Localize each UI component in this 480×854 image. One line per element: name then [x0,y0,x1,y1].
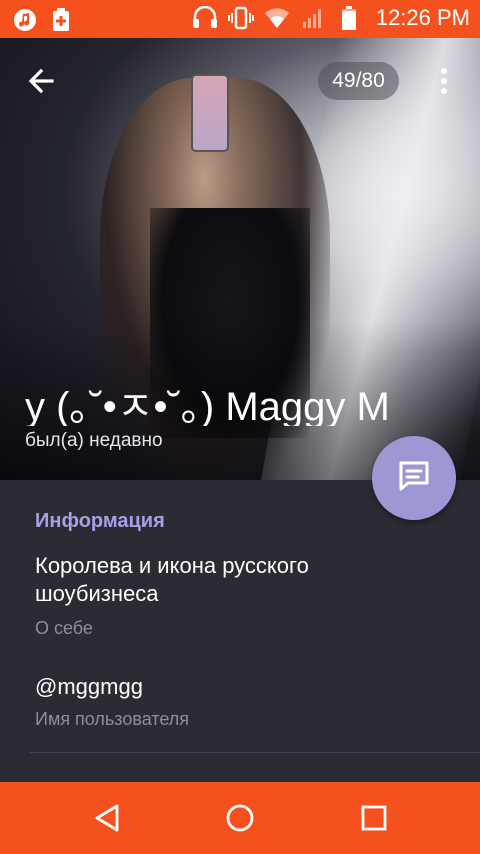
wifi-icon [264,5,290,31]
more-options-icon[interactable] [430,64,458,98]
signal-icon [300,5,326,31]
message-icon [396,458,432,499]
section-title: Информация [35,510,165,532]
battery-charging-icon [48,7,74,33]
photo-counter: 49/80 [318,62,399,100]
divider [30,752,480,753]
battery-icon [336,5,362,31]
clock: 12:26 PM [375,5,470,30]
home-circle-icon[interactable] [224,802,256,834]
profile-photo[interactable]: 49/80 y (｡˘•ㅈ•˘｡) Maggy M был(а) недавно [0,38,480,480]
back-arrow-icon[interactable] [24,64,58,98]
about-label: О себе [35,618,93,638]
headset-icon [192,5,218,31]
status-bar: 12:26 PM [0,0,480,38]
recents-square-icon[interactable] [358,802,390,834]
username-value[interactable]: @mggmgg [35,674,143,700]
about-value[interactable]: Королева и икона русского шоубизнеса [35,552,375,608]
message-button[interactable] [372,436,456,520]
music-icon [12,7,38,33]
vibrate-icon [227,5,254,31]
last-seen-status: был(а) недавно [25,430,163,451]
back-triangle-icon[interactable] [91,802,123,834]
navigation-bar [0,782,480,854]
profile-name: y (｡˘•ㅈ•˘｡) Maggy M [25,385,390,426]
username-label: Имя пользователя [35,709,190,729]
info-section: Информация Королева и икона русского шоу… [0,480,480,782]
